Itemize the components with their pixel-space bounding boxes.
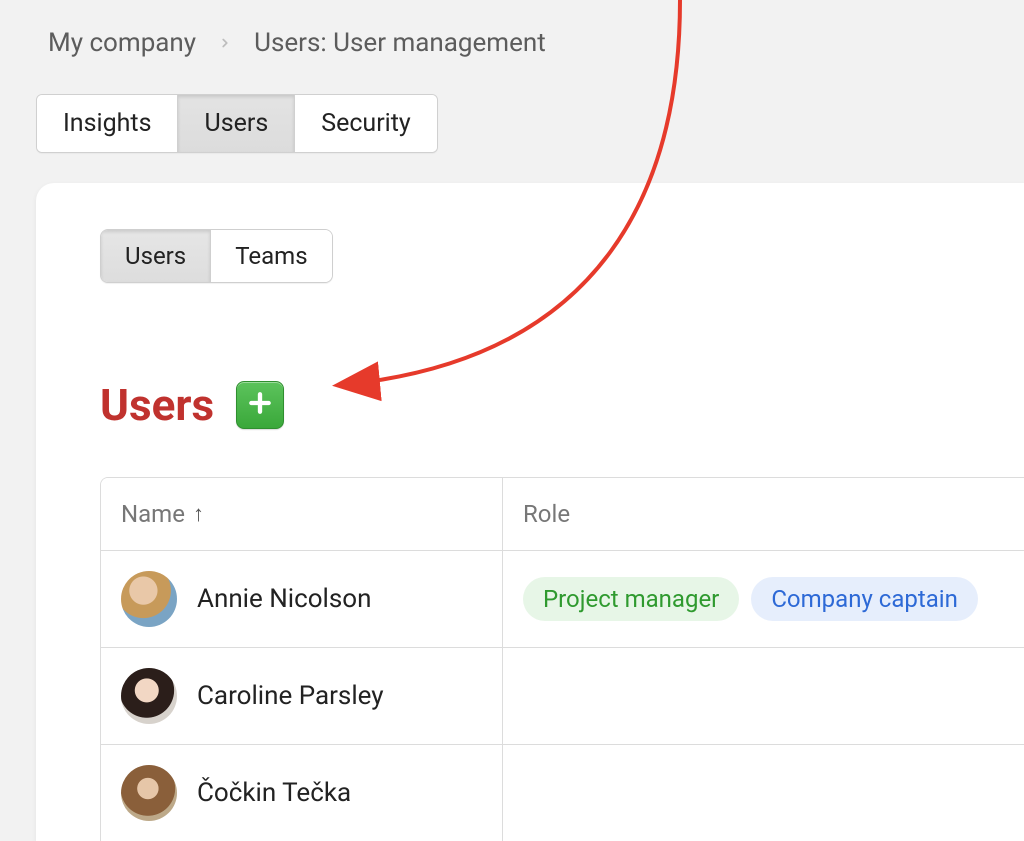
table-row[interactable]: Čočkin Tečka <box>101 745 1024 841</box>
role-badge[interactable]: Project manager <box>523 577 739 621</box>
breadcrumb-page: Users: User management <box>254 28 546 58</box>
role-badge[interactable]: Company captain <box>751 577 978 621</box>
tab-insights[interactable]: Insights <box>37 95 178 152</box>
column-header-name[interactable]: Name ↑ <box>101 478 503 550</box>
user-name: Annie Nicolson <box>197 584 371 614</box>
add-user-button[interactable] <box>236 381 284 429</box>
section-title: Users <box>100 379 214 431</box>
table-row[interactable]: Caroline Parsley <box>101 648 1024 745</box>
content-card: Users Teams Users Name ↑ Role Annie Nico… <box>36 183 1024 841</box>
plus-icon <box>247 390 273 420</box>
tab-users[interactable]: Users <box>178 95 295 152</box>
column-header-role-label: Role <box>523 500 570 528</box>
sub-tabs: Users Teams <box>100 229 333 283</box>
column-header-name-label: Name <box>121 500 185 528</box>
breadcrumb: My company Users: User management <box>0 0 1024 58</box>
table-row[interactable]: Annie Nicolson Project manager Company c… <box>101 551 1024 648</box>
chevron-right-icon <box>218 31 232 55</box>
user-name: Čočkin Tečka <box>197 778 351 808</box>
user-name: Caroline Parsley <box>197 681 384 711</box>
column-header-role[interactable]: Role <box>503 478 1024 550</box>
breadcrumb-root[interactable]: My company <box>48 28 196 58</box>
sort-asc-icon: ↑ <box>193 501 204 527</box>
avatar <box>121 668 177 724</box>
avatar <box>121 765 177 821</box>
sub-tab-teams[interactable]: Teams <box>211 230 331 282</box>
main-tabs: Insights Users Security <box>36 94 438 153</box>
users-table: Name ↑ Role Annie Nicolson Project manag… <box>100 477 1024 841</box>
avatar <box>121 571 177 627</box>
sub-tab-users[interactable]: Users <box>101 230 211 282</box>
tab-security[interactable]: Security <box>295 95 437 152</box>
table-header: Name ↑ Role <box>101 478 1024 551</box>
